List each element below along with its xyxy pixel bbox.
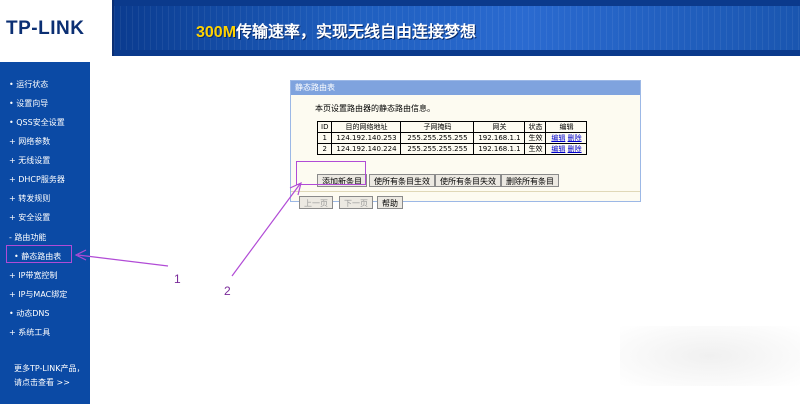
annotation-label-2: 2 [224, 284, 231, 298]
faint-watermark [620, 326, 800, 386]
annotation-label-1: 1 [174, 272, 181, 286]
arrow-2-line [231, 183, 301, 277]
arrow-1 [74, 249, 169, 267]
arrow-1-line [77, 254, 169, 267]
arrow-2 [231, 181, 302, 277]
